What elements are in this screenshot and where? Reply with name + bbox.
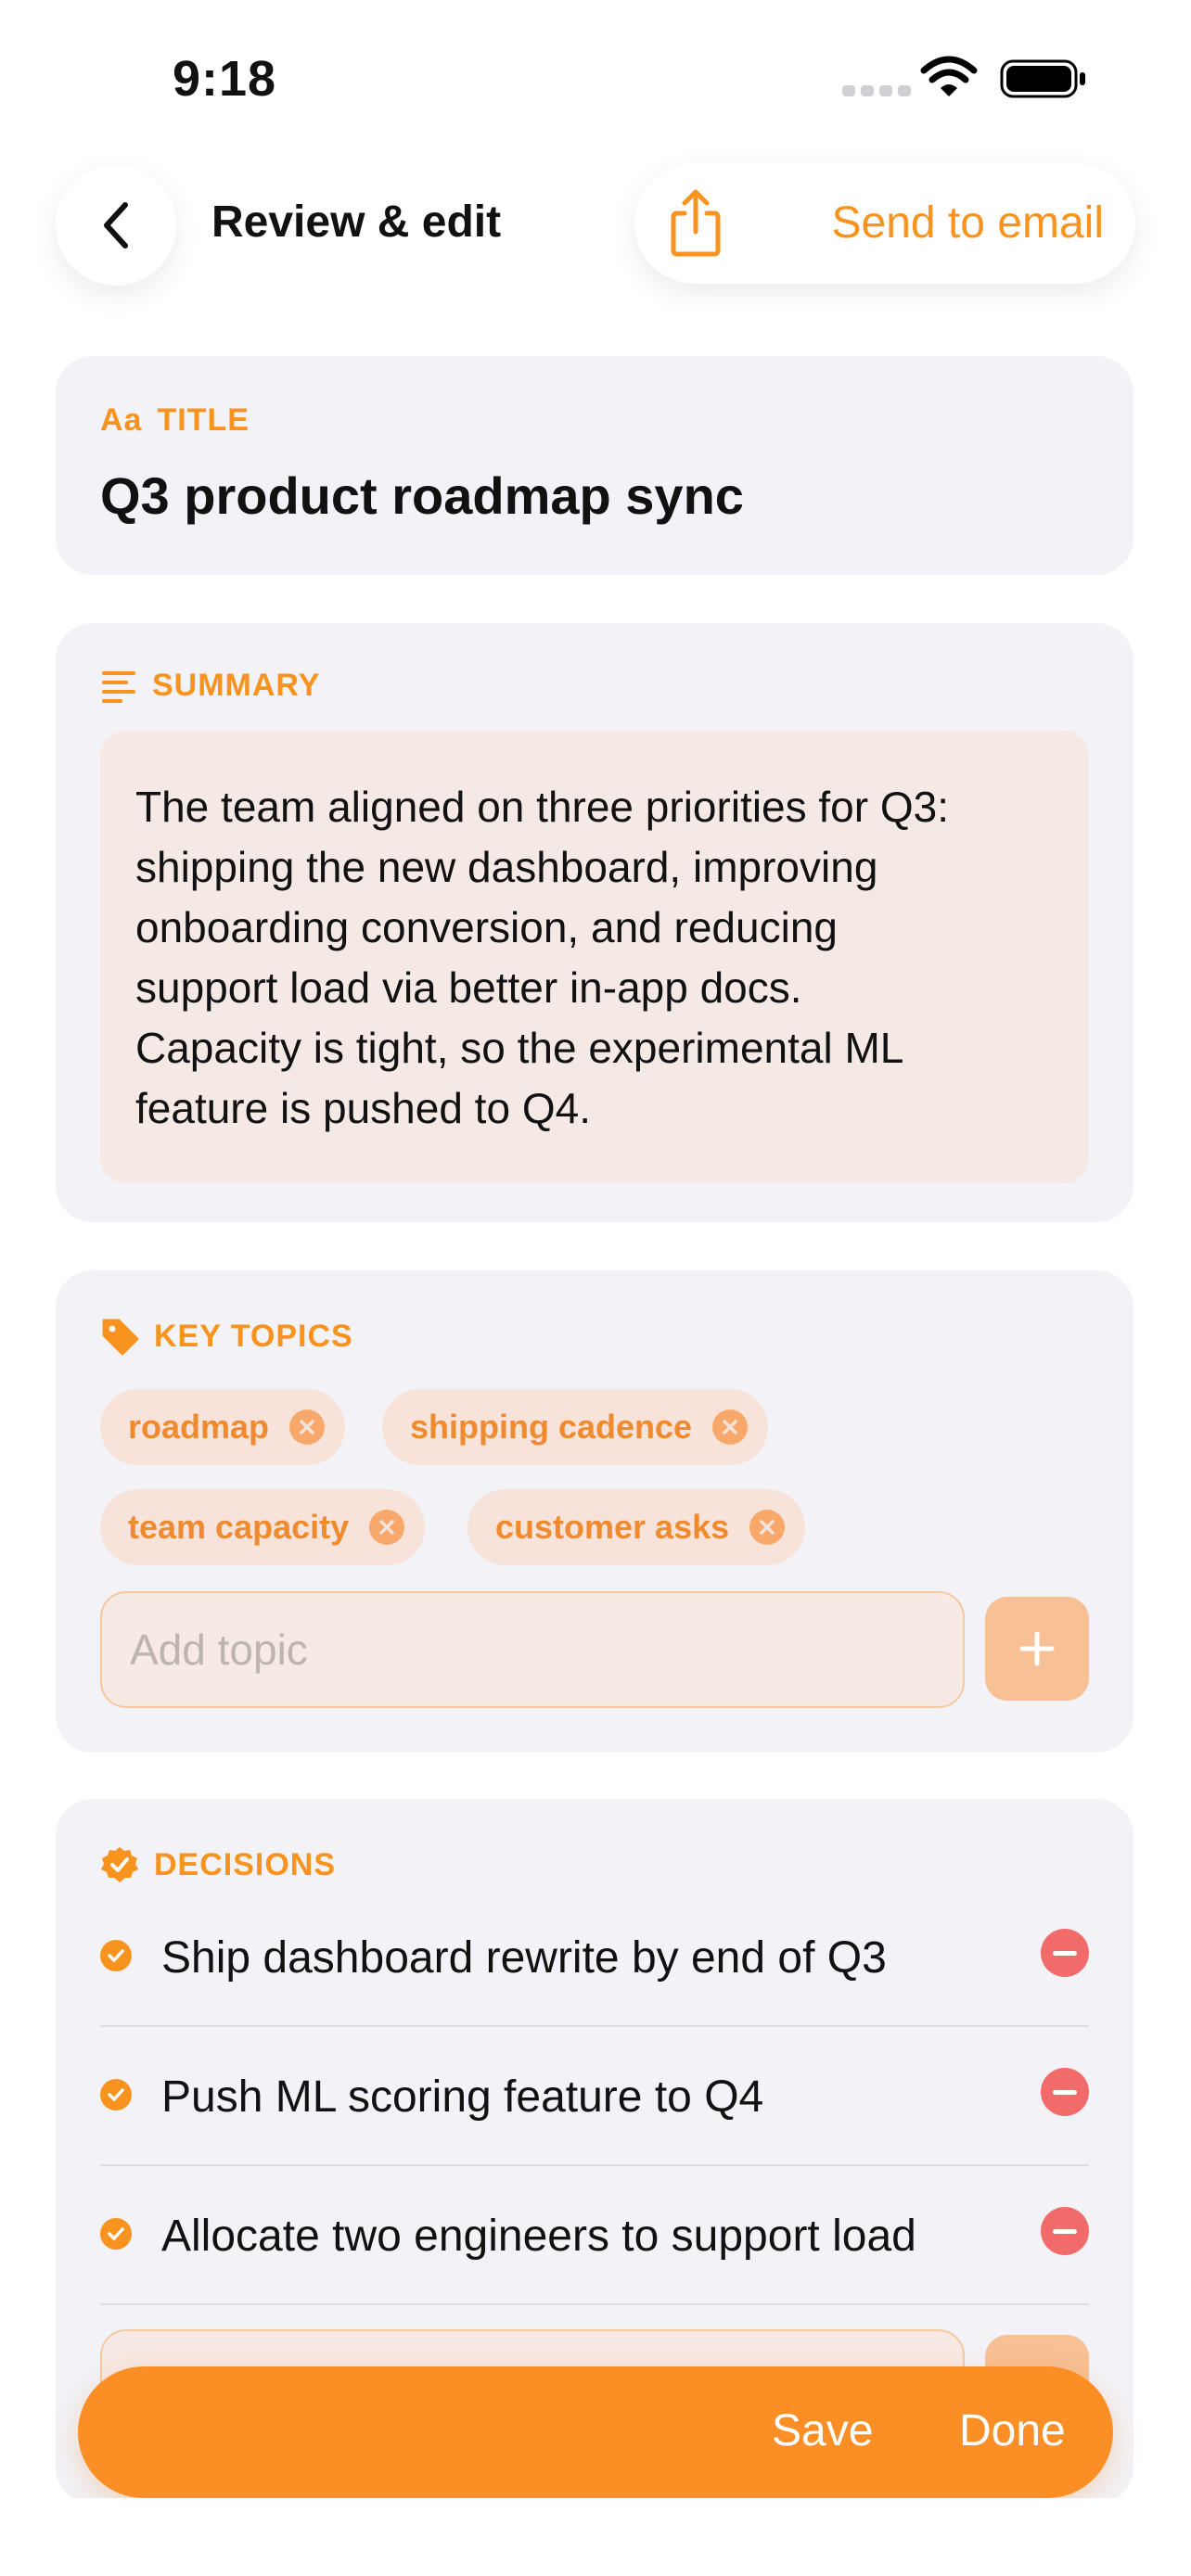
share-icon xyxy=(671,189,721,257)
summary-card: SUMMARY The team aligned on three priori… xyxy=(56,623,1133,1222)
summary-line: shipping the new dashboard, improving xyxy=(135,843,878,891)
wifi-icon xyxy=(920,56,978,96)
decision-item[interactable]: Push ML scoring feature to Q4 xyxy=(100,2025,1089,2166)
decision-item[interactable]: Allocate two engineers to support load xyxy=(100,2164,1089,2305)
add-topic-button[interactable] xyxy=(985,1597,1089,1701)
topic-chip[interactable]: team capacity xyxy=(100,1489,426,1565)
page-title: Review & edit xyxy=(211,198,502,247)
status-time: 9:18 xyxy=(173,51,277,107)
check-circle-icon xyxy=(100,2218,132,2250)
title-section-label: Aa TITLE xyxy=(100,402,250,438)
summary-line: Capacity is tight, so the experimental M… xyxy=(135,1024,904,1072)
remove-decision-button[interactable] xyxy=(1041,2207,1089,2255)
home-area xyxy=(0,2498,1191,2576)
send-to-email-button[interactable]: Send to email xyxy=(634,163,1135,284)
title-field[interactable]: Q3 product roadmap sync xyxy=(100,465,744,526)
decision-text[interactable]: Push ML scoring feature to Q4 xyxy=(161,2072,763,2123)
remove-chip-icon[interactable] xyxy=(289,1409,326,1445)
tag-icon xyxy=(102,1319,139,1356)
key-topics-section-label: KEY TOPICS xyxy=(100,1317,353,1356)
verified-badge-icon xyxy=(101,1847,138,1882)
battery-icon xyxy=(1000,59,1085,98)
save-button[interactable]: Save xyxy=(772,2405,873,2456)
decisions-section-label: DECISIONS xyxy=(100,1845,336,1884)
status-bar: 9:18 xyxy=(0,0,1191,148)
key-topics-card: KEY TOPICS roadmap shipping cadence team… xyxy=(56,1270,1133,1753)
remove-chip-icon[interactable] xyxy=(749,1510,786,1545)
text-format-icon: Aa xyxy=(100,402,143,438)
title-card: Aa TITLE Q3 product roadmap sync xyxy=(56,356,1133,575)
check-circle-icon xyxy=(100,2079,132,2111)
plus-icon xyxy=(1019,1631,1055,1666)
cellular-signal-icon xyxy=(842,85,911,96)
remove-chip-icon[interactable] xyxy=(369,1510,405,1545)
remove-decision-button[interactable] xyxy=(1041,1929,1089,1977)
topic-chip[interactable]: roadmap xyxy=(100,1389,346,1465)
bottom-action-bar: Save Done xyxy=(78,2366,1113,2498)
decision-text[interactable]: Ship dashboard rewrite by end of Q3 xyxy=(161,1932,887,1983)
add-topic-input[interactable] xyxy=(100,1591,965,1708)
summary-line: feature is pushed to Q4. xyxy=(135,1084,591,1132)
check-circle-icon xyxy=(100,1940,132,1971)
decision-text[interactable]: Allocate two engineers to support load xyxy=(161,2211,916,2262)
summary-line: onboarding conversion, and reducing xyxy=(135,903,838,951)
summary-line: The team aligned on three priorities for… xyxy=(135,783,950,831)
remove-chip-icon[interactable] xyxy=(712,1409,749,1445)
topic-chip[interactable]: customer asks xyxy=(467,1489,806,1565)
summary-text-area[interactable]: The team aligned on three priorities for… xyxy=(100,731,1089,1183)
remove-decision-button[interactable] xyxy=(1041,2068,1089,2116)
summary-section-label: SUMMARY xyxy=(100,668,320,704)
back-button[interactable] xyxy=(56,165,176,286)
done-button[interactable]: Done xyxy=(959,2405,1066,2456)
decision-item[interactable]: Ship dashboard rewrite by end of Q3 xyxy=(100,1886,1089,2027)
summary-line: support load via better in-app docs. xyxy=(135,963,802,1012)
send-to-email-label: Send to email xyxy=(831,198,1104,248)
chevron-left-icon xyxy=(104,202,128,249)
text-lines-icon xyxy=(102,670,135,703)
topic-chip[interactable]: shipping cadence xyxy=(382,1389,769,1465)
